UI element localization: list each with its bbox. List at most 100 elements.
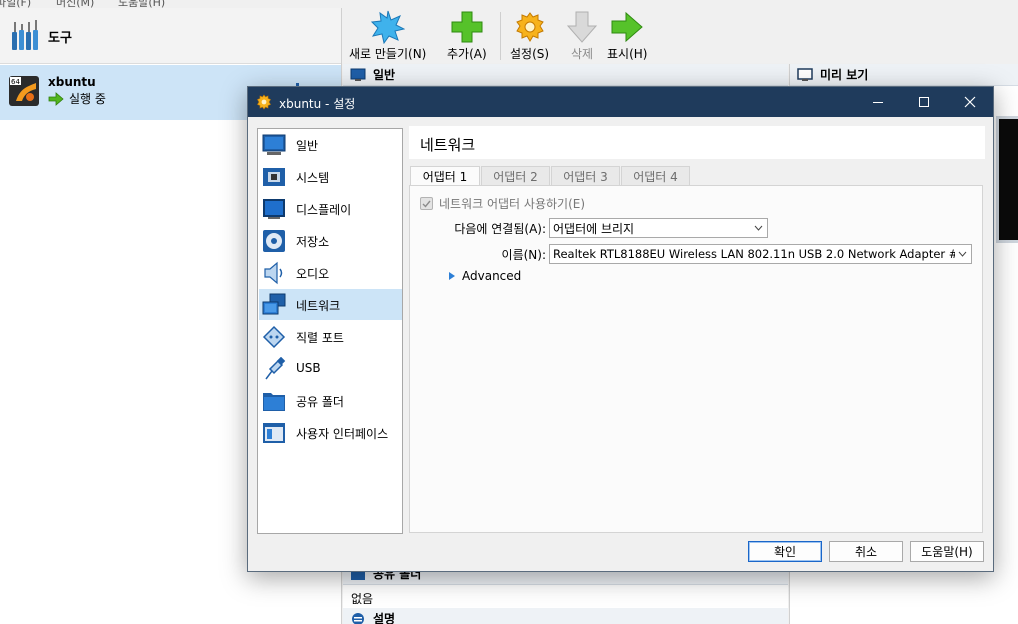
dialog-titlebar[interactable]: xbuntu - 설정: [248, 87, 993, 117]
right-arrow-icon: [611, 11, 643, 43]
nav-item-network[interactable]: 네트워크: [259, 289, 402, 320]
general-monitor-icon: [262, 134, 286, 155]
preview-section-title: 미리 보기: [820, 68, 869, 82]
adapter-name-value: Realtek RTL8188EU Wireless LAN 802.11n U…: [553, 247, 955, 261]
general-section-title: 일반: [373, 68, 396, 82]
adapter-name-select[interactable]: Realtek RTL8188EU Wireless LAN 802.11n U…: [549, 244, 972, 264]
display-icon: [263, 199, 285, 219]
new-button[interactable]: 새로 만들기(N): [349, 10, 426, 62]
menu-help[interactable]: 도움말(H): [118, 0, 165, 8]
gear-icon: [257, 94, 271, 110]
usb-icon: [265, 357, 286, 380]
tab-adapter-3[interactable]: 어댑터 3: [551, 166, 620, 185]
nav-item-serial-ports[interactable]: 직렬 포트: [259, 321, 402, 352]
close-button[interactable]: [947, 87, 993, 117]
settings-button-label: 설정(S): [510, 47, 550, 61]
nav-item-label: 일반: [296, 139, 319, 153]
nav-item-system[interactable]: 시스템: [259, 161, 402, 192]
chevron-down-icon: [958, 251, 967, 257]
attached-to-value: 어댑터에 브리지: [553, 221, 635, 236]
nav-item-label: 사용자 인터페이스: [296, 427, 389, 441]
main-toolbar: 새로 만들기(N) 추가(A) 설정(S) 삭제 표시(H): [343, 8, 1018, 64]
nav-item-storage[interactable]: 저장소: [259, 225, 402, 256]
nav-item-label: 저장소: [296, 235, 330, 249]
nav-item-general[interactable]: 일반: [259, 129, 402, 160]
description-section-title: 설명: [373, 612, 396, 624]
expand-triangle-icon: [449, 272, 455, 280]
description-icon: [352, 612, 364, 624]
shared-folders-value: 없음: [351, 592, 374, 606]
chip-icon: [263, 168, 285, 186]
nav-item-display[interactable]: 디스플레이: [259, 193, 402, 224]
attached-to-select[interactable]: 어댑터에 브리지: [549, 218, 768, 238]
monitor-icon: [350, 68, 366, 81]
cancel-button[interactable]: 취소: [829, 541, 903, 562]
ubuntu-os-icon: 64: [9, 76, 39, 106]
gear-icon: [515, 12, 544, 42]
dialog-title: xbuntu - 설정: [279, 97, 356, 111]
advanced-toggle[interactable]: Advanced: [448, 269, 521, 283]
tab-adapter-2[interactable]: 어댑터 2: [481, 166, 550, 185]
chevron-down-icon: [754, 225, 763, 231]
monitor-icon: [797, 67, 813, 81]
nav-item-label: 네트워크: [296, 299, 341, 313]
page-header: 네트워크: [409, 126, 985, 159]
enable-adapter-checkbox-row[interactable]: 네트워크 어댑터 사용하기(E): [420, 195, 585, 212]
tools-label: 도구: [48, 31, 72, 46]
disc-icon: [263, 230, 285, 252]
adapter-panel: 네트워크 어댑터 사용하기(E) 다음에 연결됨(A): 어댑터에 브리지 이름…: [409, 185, 983, 533]
nav-item-label: 직렬 포트: [296, 331, 344, 345]
description-section-header[interactable]: 설명: [343, 608, 788, 624]
plus-icon: [451, 11, 483, 43]
running-arrow-icon: [48, 91, 64, 106]
delete-button[interactable]: 삭제: [565, 10, 599, 62]
ok-button[interactable]: 확인: [748, 541, 822, 562]
help-button[interactable]: 도움말(H): [910, 541, 984, 562]
page-title: 네트워크: [420, 136, 476, 154]
delete-button-label: 삭제: [570, 47, 594, 61]
tab-adapter-1[interactable]: 어댑터 1: [410, 166, 480, 186]
folder-icon: [263, 393, 285, 411]
enable-adapter-label: 네트워크 어댑터 사용하기(E): [439, 197, 586, 211]
show-button[interactable]: 표시(H): [607, 10, 647, 62]
tools-item[interactable]: 도구: [0, 8, 341, 64]
settings-category-list: 일반 시스템 디스플레이 저장소 오디오 네트워크 직렬 포트 USB 공유 폴…: [257, 128, 403, 534]
nav-item-audio[interactable]: 오디오: [259, 257, 402, 288]
preview-section-header[interactable]: 미리 보기: [790, 64, 1018, 86]
settings-button[interactable]: 설정(S): [510, 10, 549, 62]
nav-item-label: 디스플레이: [296, 203, 352, 217]
close-icon: [964, 96, 976, 108]
menu-machine[interactable]: 머신(M): [56, 0, 94, 8]
enable-adapter-checkbox[interactable]: [420, 197, 433, 210]
menu-bar: 파일(F) 머신(M) 도움말(H): [0, 0, 1018, 8]
vm-status-text: 실행 중: [69, 92, 106, 106]
nav-item-user-interface[interactable]: 사용자 인터페이스: [259, 417, 402, 448]
add-button[interactable]: 추가(A): [447, 10, 487, 62]
general-section-header[interactable]: 일반: [343, 64, 788, 86]
nav-item-label: 오디오: [296, 267, 330, 281]
nav-item-label: 공유 폴더: [296, 395, 344, 409]
vm-status: 실행 중: [48, 90, 106, 107]
nav-item-label: USB: [296, 361, 321, 375]
network-icon: [262, 293, 286, 315]
vm-name: xbuntu: [48, 75, 96, 89]
adapter-name-label: 이름(N):: [501, 248, 546, 262]
attached-to-label: 다음에 연결됨(A):: [454, 222, 546, 236]
new-star-icon: [370, 10, 405, 44]
new-button-label: 새로 만들기(N): [349, 47, 427, 61]
nav-item-shared-folders[interactable]: 공유 폴더: [259, 385, 402, 416]
nav-item-label: 시스템: [296, 171, 330, 185]
tab-adapter-4[interactable]: 어댑터 4: [621, 166, 690, 185]
nav-item-usb[interactable]: USB: [259, 353, 402, 384]
vm-preview-screen: [996, 116, 1018, 243]
user-interface-icon: [263, 423, 285, 443]
maximize-button[interactable]: [901, 87, 947, 117]
menu-file[interactable]: 파일(F): [0, 0, 31, 8]
toolbar-separator: [500, 12, 501, 60]
minimize-button[interactable]: [855, 87, 901, 117]
add-button-label: 추가(A): [447, 47, 487, 61]
tools-icon: [12, 20, 38, 50]
show-button-label: 표시(H): [607, 47, 648, 61]
arch-badge: 64: [11, 78, 20, 86]
serial-port-icon: [262, 325, 286, 349]
